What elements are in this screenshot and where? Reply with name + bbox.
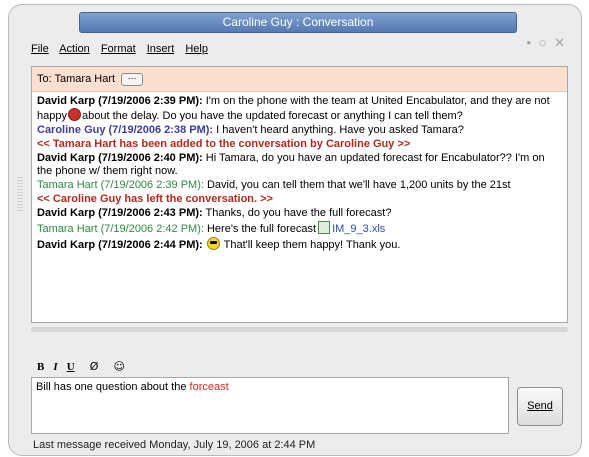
- send-button[interactable]: Send: [517, 387, 563, 426]
- menu-action[interactable]: Action: [59, 43, 90, 55]
- file-link[interactable]: IM_9_3.xls: [332, 223, 385, 235]
- compose-text: Bill has one question about the: [36, 381, 190, 393]
- system-message: << Caroline Guy has left the conversatio…: [37, 193, 273, 205]
- message-text: Here's the full forecast: [203, 223, 317, 235]
- window-title: Caroline Guy : Conversation: [79, 12, 517, 33]
- message-item: David Karp (7/19/2006 2:43 PM): Thanks, …: [37, 207, 562, 220]
- angry-emoticon-icon: [67, 108, 81, 121]
- conversation-window: Caroline Guy : Conversation • ○ ✕ File A…: [8, 4, 582, 456]
- message-item: Tamara Hart (7/19/2006 2:39 PM): David, …: [37, 179, 562, 192]
- system-message: << Tamara Hart has been added to the con…: [37, 138, 411, 150]
- status-bar: Last message received Monday, July 19, 2…: [33, 439, 316, 451]
- message-sender: David Karp (7/19/2006 2:44 PM):: [37, 239, 203, 251]
- recipient-label: To: Tamara Hart: [37, 73, 116, 85]
- resize-grip[interactable]: [17, 177, 23, 211]
- message-sender: Caroline Guy (7/19/2006 2:38 PM):: [37, 124, 214, 136]
- message-sender: Tamara Hart (7/19/2006 2:42 PM):: [37, 223, 204, 235]
- window-controls[interactable]: • ○ ✕: [526, 35, 567, 51]
- message-text: That'll keep them happy! Thank you.: [223, 239, 401, 251]
- message-text: David, you can tell them that we'll have…: [203, 179, 511, 191]
- message-text: about the delay. Do you have the updated…: [81, 110, 463, 122]
- message-text: Thanks, do you have the full forecast?: [202, 207, 392, 219]
- conversation-history[interactable]: To: Tamara Hart ··· David Karp (7/19/200…: [31, 66, 568, 323]
- italic-button[interactable]: I: [53, 361, 57, 373]
- send-button-label: Send: [527, 400, 553, 412]
- emoticon-picker-icon[interactable]: ☺: [114, 360, 125, 373]
- message-sender: David Karp (7/19/2006 2:39 PM):: [37, 95, 203, 107]
- message-item: David Karp (7/19/2006 2:39 PM): I'm on t…: [37, 95, 562, 123]
- paperclip-icon[interactable]: Ø: [90, 360, 99, 373]
- recipient-bar: To: Tamara Hart ···: [32, 67, 567, 92]
- message-item: David Karp (7/19/2006 2:44 PM): That'll …: [37, 237, 562, 252]
- message-item: Tamara Hart (7/19/2006 2:42 PM): Here's …: [37, 221, 562, 236]
- menu-format[interactable]: Format: [101, 43, 136, 55]
- message-sender: David Karp (7/19/2006 2:40 PM):: [37, 152, 203, 164]
- message-item: David Karp (7/19/2006 2:40 PM): Hi Tamar…: [37, 152, 562, 178]
- menu-file[interactable]: File: [31, 43, 49, 55]
- menu-help[interactable]: Help: [185, 43, 208, 55]
- message-sender: David Karp (7/19/2006 2:43 PM):: [37, 207, 203, 219]
- misspelled-word: forceast: [189, 381, 229, 393]
- underline-button[interactable]: U: [67, 361, 75, 373]
- pane-splitter[interactable]: [31, 327, 568, 332]
- message-input[interactable]: Bill has one question about the forceast: [31, 377, 509, 434]
- bold-button[interactable]: B: [37, 361, 44, 373]
- message-text: I haven't heard anything. Have you asked…: [213, 124, 464, 136]
- menu-insert[interactable]: Insert: [147, 43, 175, 55]
- recipient-more-button[interactable]: ···: [121, 72, 144, 86]
- excel-file-icon[interactable]: [318, 221, 331, 234]
- sunglasses-emoticon-icon: [206, 237, 220, 250]
- format-toolbar: B I U Ø ☺: [37, 360, 131, 373]
- menu-bar: File Action Format Insert Help: [31, 43, 216, 55]
- message-list: David Karp (7/19/2006 2:39 PM): I'm on t…: [32, 92, 567, 252]
- message-item: Caroline Guy (7/19/2006 2:38 PM): I have…: [37, 124, 562, 137]
- message-sender: Tamara Hart (7/19/2006 2:39 PM):: [37, 179, 204, 191]
